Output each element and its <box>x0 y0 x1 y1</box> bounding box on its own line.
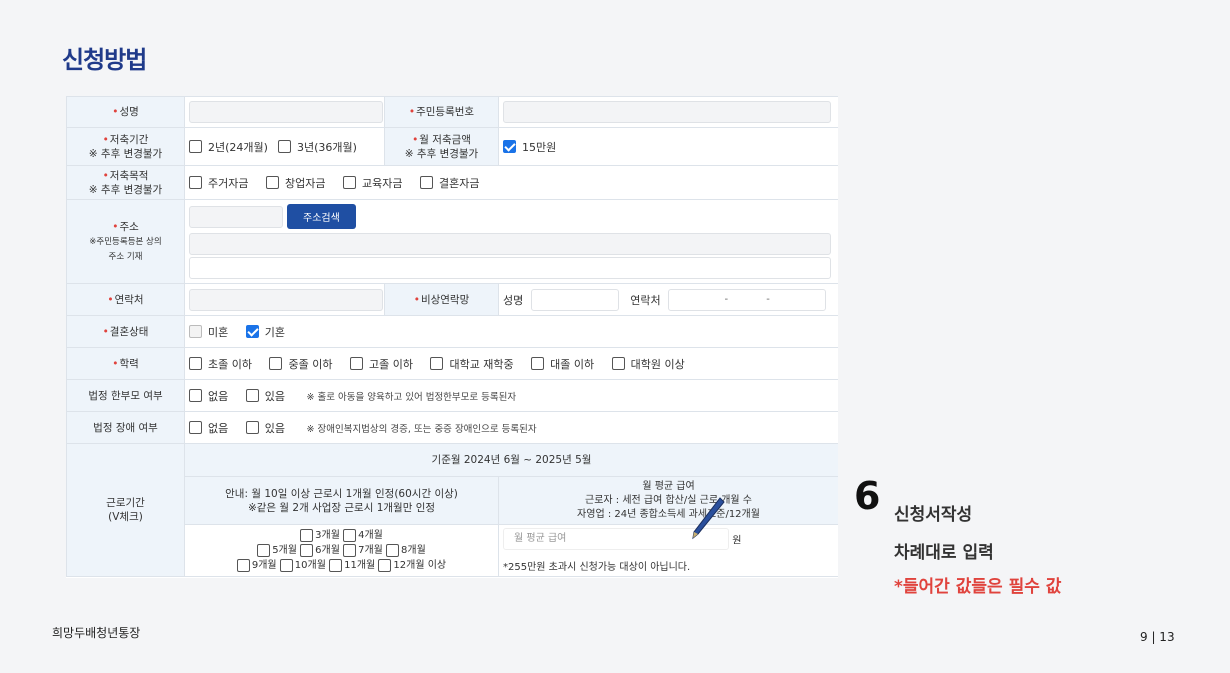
education-high-option[interactable]: 고졸 이하 <box>349 356 413 372</box>
avg-salary-warning: *255만원 초과시 신청가능 대상이 아닙니다. <box>503 562 691 573</box>
purpose-housing-option[interactable]: 주거자금 <box>189 175 248 191</box>
base-month-text: 기준월 2024년 6월 ~ 2025년 5월 <box>184 443 838 477</box>
emergency-phone-input[interactable]: - - <box>668 288 827 311</box>
marriage-single-option[interactable]: 미혼 <box>189 324 228 340</box>
name-input[interactable] <box>189 101 383 123</box>
month-5-option[interactable]: 5개월 <box>257 543 297 557</box>
emergency-label: •비상연락망 <box>384 283 499 316</box>
month-12-option[interactable]: 12개월 이상 <box>378 558 446 572</box>
name-label: •성명 <box>66 96 185 128</box>
page-number: 9 | 13 <box>1140 630 1175 644</box>
slide-title: 신청방법 <box>62 46 147 74</box>
avg-salary-guide: 월 평균 급여 근로자 : 세전 급여 합산/실 근로 개월 수 자영업 : 24년… <box>498 476 838 525</box>
contact-input[interactable] <box>189 288 383 311</box>
work-period-label: 근로기간 (V체크) <box>66 443 185 577</box>
education-university-enrolled-option[interactable]: 대학교 재학중 <box>430 356 514 372</box>
purpose-label: •저축목적 ※ 추후 변경불가 <box>66 165 185 200</box>
month-9-option[interactable]: 9개월 <box>236 558 277 572</box>
education-middle-option[interactable]: 중졸 이하 <box>269 356 332 372</box>
purpose-startup-option[interactable]: 창업자금 <box>265 175 325 191</box>
step-title: 신청서작성 <box>894 505 973 525</box>
disability-yes-option[interactable]: 있음 <box>245 420 285 436</box>
single-parent-no-option[interactable]: 없음 <box>189 388 228 404</box>
address-label: •주소 ※주민등록등본 상의 주소 기재 <box>66 199 185 284</box>
single-parent-note: ※ 홀로 아동을 양육하고 있어 법정한부모로 등록된자 <box>306 391 517 403</box>
address-detail-input[interactable] <box>189 257 831 279</box>
postcode-input[interactable] <box>189 205 283 228</box>
amount-15-option[interactable]: 15만원 <box>503 139 556 155</box>
rrn-label: •주민등록번호 <box>384 96 499 128</box>
period-24-option[interactable]: 2년(24개월) <box>189 139 268 155</box>
single-parent-label: 법정 한부모 여부 <box>66 379 185 412</box>
contact-label: •연락처 <box>66 283 185 316</box>
education-elementary-option[interactable]: 초졸 이하 <box>189 356 252 372</box>
month-8-option[interactable]: 8개월 <box>386 543 426 557</box>
work-guide: 안내: 월 10일 이상 근로시 1개월 인정(60시간 이상) ※같은 월 2개… <box>184 476 499 525</box>
month-7-option[interactable]: 7개월 <box>343 543 383 557</box>
step-number: 6 <box>854 474 881 518</box>
month-6-option[interactable]: 6개월 <box>300 543 340 557</box>
won-label: 원 <box>732 535 742 547</box>
period-label: •저축기간 ※ 추후 변경불가 <box>66 127 185 166</box>
emergency-contact-label: 연락처 <box>630 293 661 307</box>
rrn-input[interactable] <box>503 101 831 123</box>
amount-label: •월 저축금액 ※ 추후 변경불가 <box>384 127 499 166</box>
marriage-label: •결혼상태 <box>66 315 185 348</box>
period-36-option[interactable]: 3년(36개월) <box>277 139 357 155</box>
step-required-note: *들어간 값들은 필수 값 <box>894 577 1062 597</box>
month-4-option[interactable]: 4개월 <box>343 528 383 542</box>
month-10-option[interactable]: 10개월 <box>279 558 326 572</box>
education-college-option[interactable]: 대졸 이하 <box>531 356 594 372</box>
education-graduate-option[interactable]: 대학원 이상 <box>611 356 685 372</box>
disability-note: ※ 장애인복지법상의 경증, 또는 중증 장애인으로 등록된자 <box>306 423 537 435</box>
education-label: •학력 <box>66 347 185 380</box>
disability-label: 법정 장애 여부 <box>66 411 185 444</box>
step-instruction: 차례대로 입력 <box>894 543 994 563</box>
disability-no-option[interactable]: 없음 <box>189 420 228 436</box>
address-search-button[interactable]: 주소검색 <box>287 204 356 229</box>
marriage-married-option[interactable]: 기혼 <box>245 324 285 340</box>
pen-cursor-icon <box>692 497 725 540</box>
footer-brand: 희망두배청년통장 <box>52 626 141 640</box>
month-11-option[interactable]: 11개월 <box>329 558 375 572</box>
month-3-option[interactable]: 3개월 <box>300 528 340 542</box>
emergency-name-label: 성명 <box>503 293 524 307</box>
single-parent-yes-option[interactable]: 있음 <box>245 388 285 404</box>
address-input[interactable] <box>189 233 831 255</box>
purpose-education-option[interactable]: 교육자금 <box>342 175 402 191</box>
purpose-marriage-option[interactable]: 결혼자금 <box>419 175 479 191</box>
emergency-name-input[interactable] <box>530 288 619 311</box>
